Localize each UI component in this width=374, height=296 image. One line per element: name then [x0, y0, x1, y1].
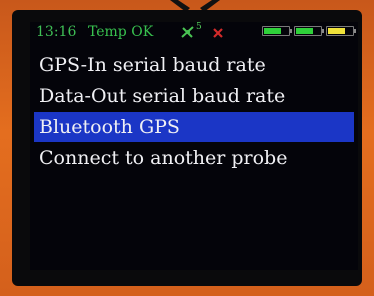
battery-icon	[262, 26, 292, 36]
device-screen: 13:16 Temp OK 5 GPS-In serial baud rate …	[30, 22, 358, 270]
temperature-status: Temp OK	[88, 24, 154, 40]
menu-item-bluetooth-gps[interactable]: Bluetooth GPS	[34, 112, 354, 142]
menu-item-label: Bluetooth GPS	[39, 116, 180, 138]
menu-item-label: Data-Out serial baud rate	[39, 85, 286, 107]
menu-item-connect-probe[interactable]: Connect to another probe	[30, 143, 358, 173]
menu-item-label: Connect to another probe	[39, 147, 288, 169]
device-frame: 13:16 Temp OK 5 GPS-In serial baud rate …	[0, 0, 374, 296]
satellite-count: 5	[196, 22, 202, 32]
status-bar: 13:16 Temp OK 5	[30, 22, 358, 42]
menu-item-gps-in-baud-rate[interactable]: GPS-In serial baud rate	[30, 50, 358, 80]
menu-item-label: GPS-In serial baud rate	[39, 54, 266, 76]
settings-menu: GPS-In serial baud rate Data-Out serial …	[30, 50, 358, 174]
battery-icon	[326, 26, 356, 36]
clock-time: 13:16	[36, 24, 77, 40]
menu-item-data-out-baud-rate[interactable]: Data-Out serial baud rate	[30, 81, 358, 111]
battery-icon	[294, 26, 324, 36]
satellite-icon	[180, 25, 196, 45]
cross-icon	[212, 25, 224, 45]
